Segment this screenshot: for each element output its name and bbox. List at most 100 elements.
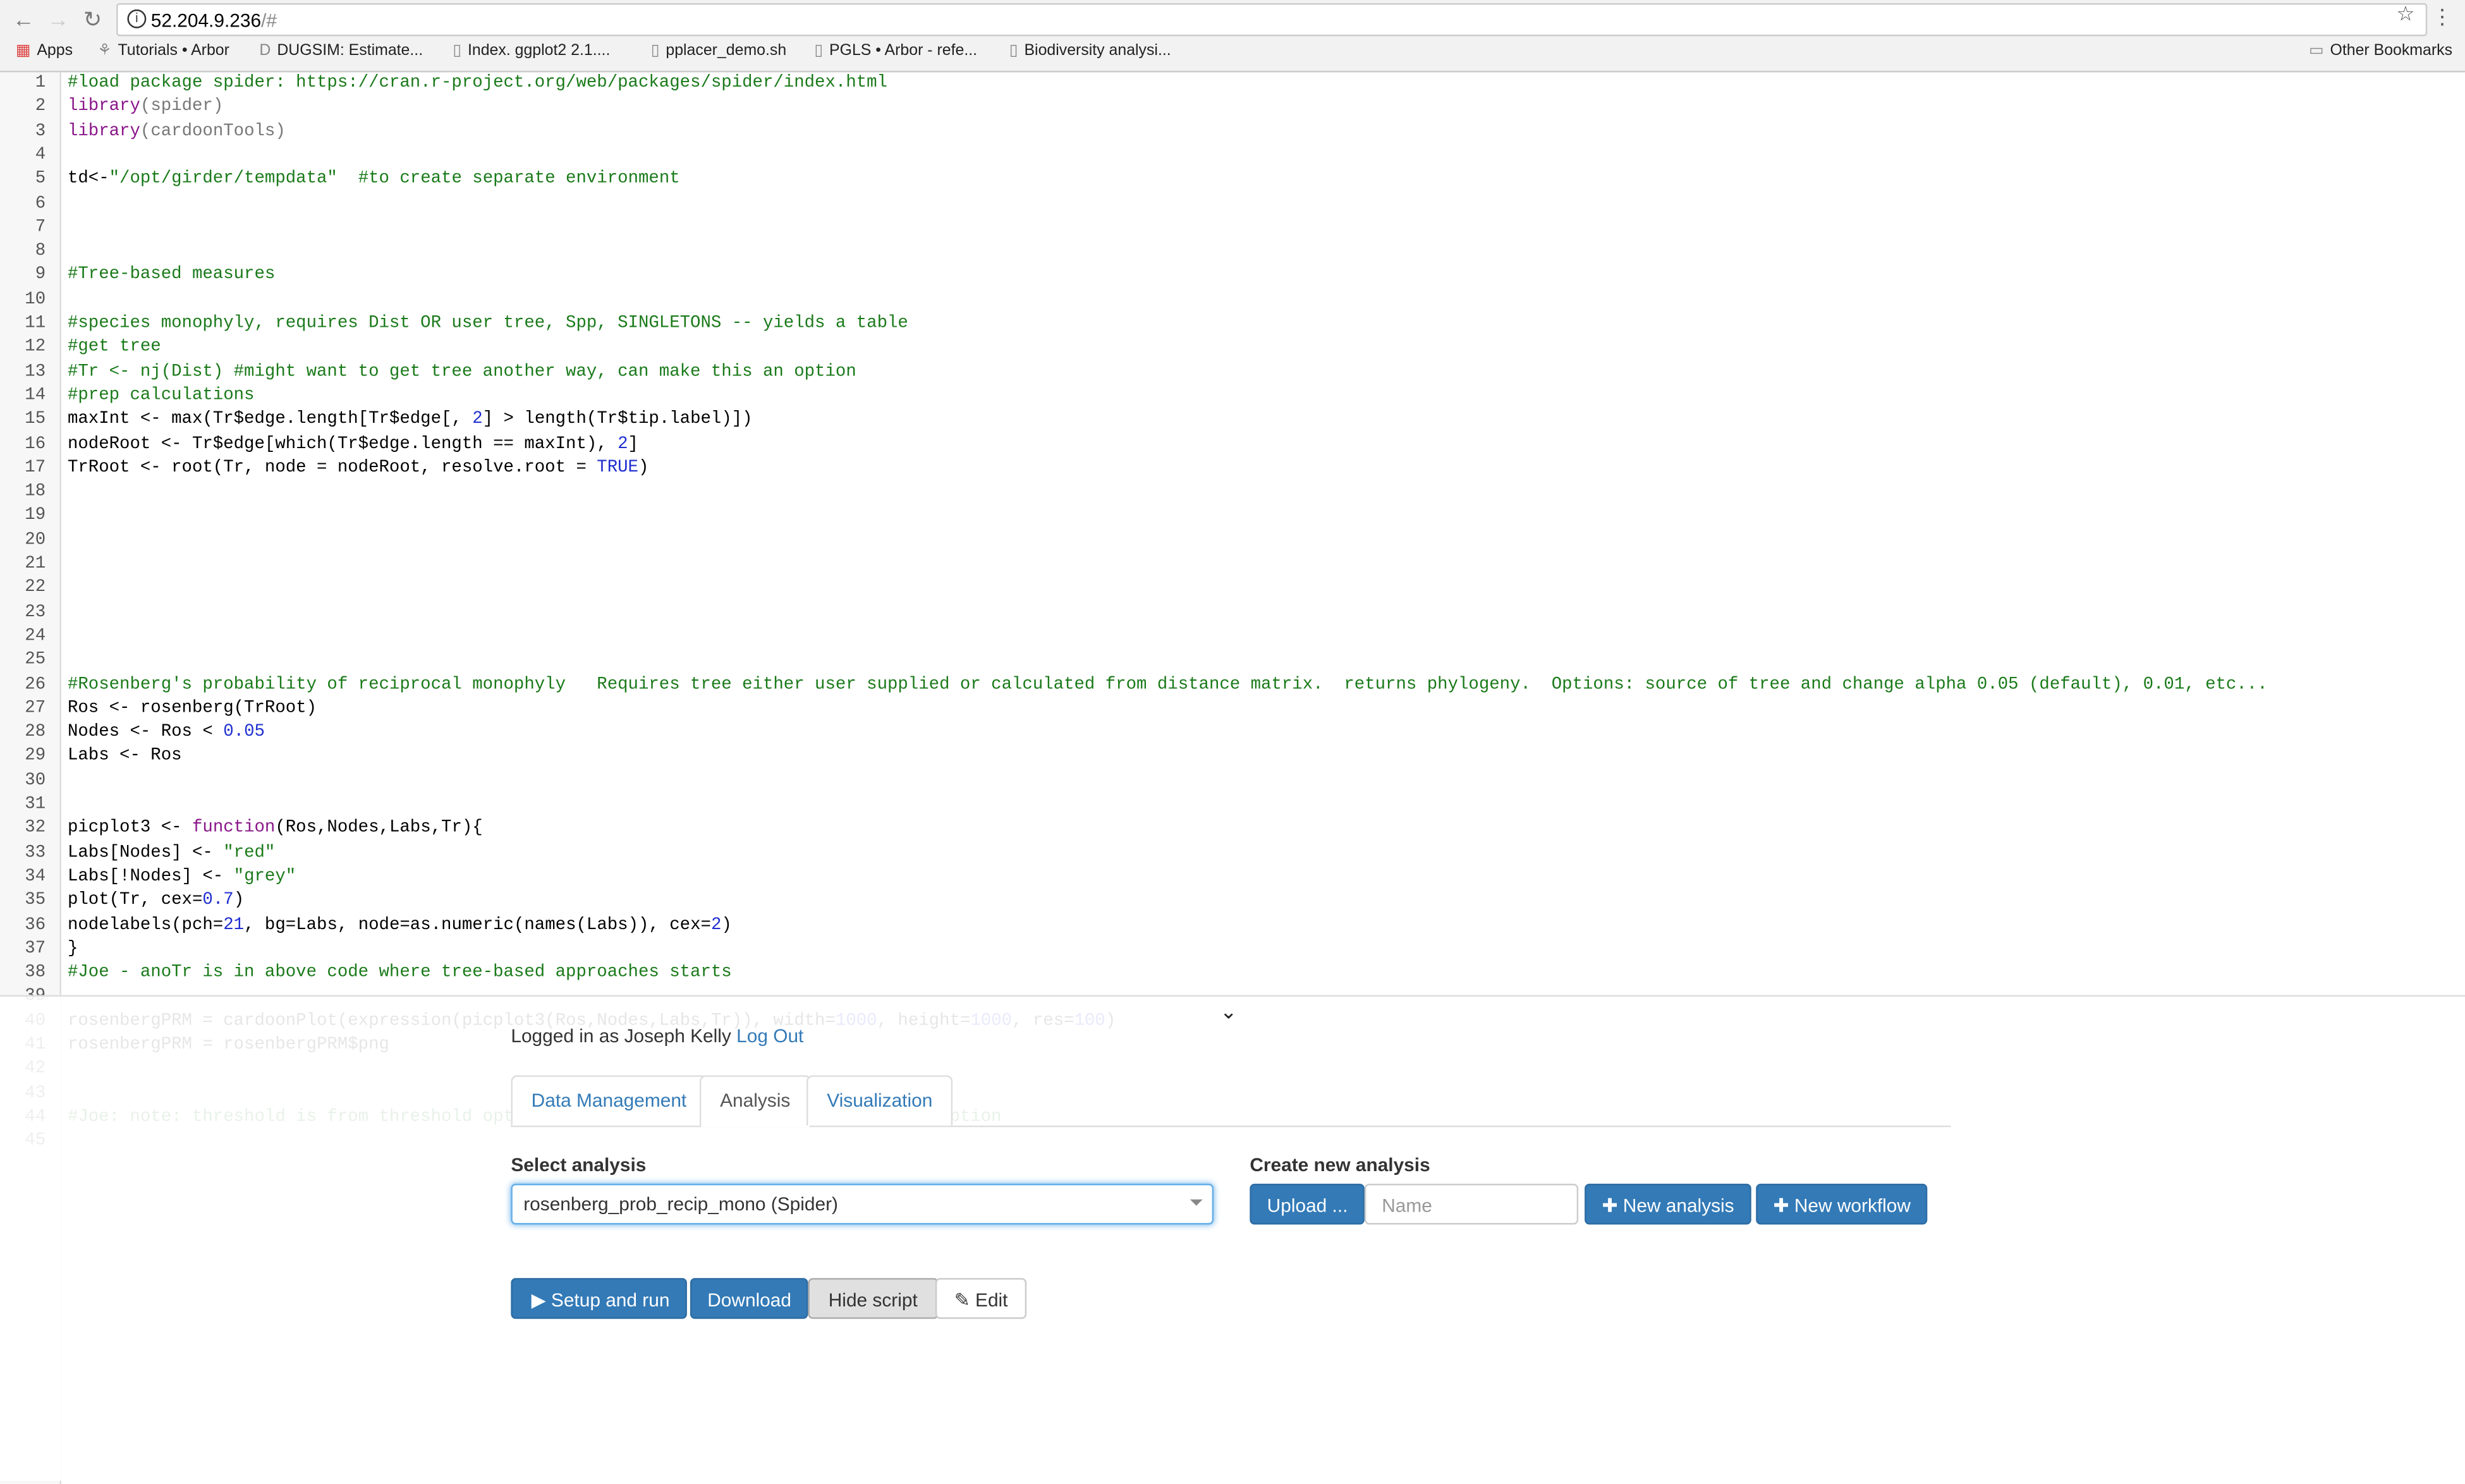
code-token: "grey" [233,867,296,887]
logout-link[interactable]: Log Out [736,1025,803,1047]
code-token: 2 [472,410,483,430]
other-bookmarks[interactable]: ▭ Other Bookmarks [2309,42,2452,59]
upload-button[interactable]: Upload ... [1250,1183,1365,1225]
setup-and-run-button[interactable]: ▶ Setup and run [511,1278,687,1319]
dropdown-caret-icon [1190,1199,1203,1212]
line-number: 11 [25,314,46,334]
code-token: library [67,97,140,117]
bookmark-item[interactable]: D DUGSIM: Estimate... [259,42,423,59]
bookmark-item[interactable]: ▯ pplacer_demo.sh [651,42,786,59]
address-bar[interactable]: i 52.204.9.236/# [116,3,2428,37]
download-button[interactable]: Download [690,1278,809,1319]
folder-icon: ▭ [2309,42,2324,60]
page-icon: ▯ [453,42,462,60]
bookmark-item[interactable]: ▦ Apps [16,42,73,59]
new-analysis-button[interactable]: ✚ New analysis [1585,1183,1751,1225]
line-number: 37 [25,939,46,959]
code-token: TRUE [597,458,638,478]
code-token: #load package spider: https://cran.r-pro… [67,73,888,93]
plus-icon: ✚ [1602,1195,1623,1217]
line-number: 25 [25,651,46,671]
line-number: 7 [35,218,46,238]
code-token: maxInt <- max(Tr$edge.length[Tr$edge[, [67,410,473,430]
line-number: 35 [25,891,46,911]
menu-icon[interactable]: ⋮ [2432,4,2452,30]
line-number: 9 [35,266,46,286]
code-token: "red" [223,843,276,863]
analysis-panel: ⌄ Logged in as Joseph Kelly Log Out Data… [0,995,2465,1481]
create-analysis-label: Create new analysis [1250,1153,1430,1176]
hide-script-button[interactable]: Hide script [808,1278,939,1319]
line-number: 33 [25,843,46,863]
code-token: #prep calculations [67,386,255,406]
bookmark-item[interactable]: ⚘ Tutorials • Arbor [97,42,229,59]
tab-analysis[interactable]: Analysis [699,1075,811,1128]
collapse-chevron-icon[interactable]: ⌄ [1220,1000,1237,1025]
code-token: ) [638,458,649,478]
line-number: 18 [25,482,46,502]
name-input[interactable]: Name [1364,1183,1579,1225]
line-number: 20 [25,530,46,550]
login-status: Logged in as Joseph Kelly Log Out [511,1025,804,1047]
page-icon: ▯ [650,42,660,60]
code-token: 21 [223,915,245,935]
code-token: (cardoonTools) [140,121,286,141]
new-workflow-button[interactable]: ✚ New workflow [1756,1183,1928,1225]
page-icon: ▯ [1009,42,1018,60]
line-number: 8 [35,242,46,262]
line-number: 12 [25,338,46,358]
line-number: 15 [25,410,46,430]
code-token: #species monophyly, requires Dist OR use… [67,314,908,334]
code-token: Labs <- Ros [67,747,182,767]
code-token: function [192,819,276,839]
code-token: "/opt/girder/tempdata" [109,170,338,189]
reload-icon[interactable]: ↻ [83,6,102,33]
forward-icon[interactable]: → [47,6,70,32]
code-token: #Tree-based measures [67,266,276,286]
bookmark-item[interactable]: ▯ Index. ggplot2 2.1.... [453,42,610,59]
info-icon[interactable]: i [127,9,147,28]
code-token: #get tree [67,338,161,358]
browser-chrome: ← → ↻ i 52.204.9.236/# ☆ ⋮ ▦ Apps ⚘ Tutoria… [0,0,2465,73]
code-token: picplot3 <- [67,819,192,839]
line-number: 2 [35,97,46,117]
bookmark-item[interactable]: ▯ PGLS • Arbor - refe... [814,42,977,59]
apps-grid-icon: ▦ [15,42,31,60]
line-number: 5 [35,170,46,189]
line-number: 34 [25,867,46,887]
line-number: 3 [35,121,46,141]
line-number: 19 [25,506,46,526]
star-icon[interactable]: ☆ [2396,1,2414,27]
code-token: ] [628,434,638,454]
line-number: 1 [35,73,46,93]
line-number: 17 [25,458,46,478]
code-token: ) [233,891,245,911]
edit-button[interactable]: ✎ Edit [935,1278,1027,1319]
plus-icon: ✚ [1773,1195,1794,1217]
line-number: 26 [25,675,46,695]
code-token: nodeRoot <- Tr$edge[which(Tr$edge.length… [67,434,618,454]
line-number: 36 [25,915,46,935]
tab-data-management[interactable]: Data Management [511,1075,707,1126]
code-token: } [67,939,78,959]
code-token: #to create separate environment [358,170,680,189]
select-analysis-label: Select analysis [511,1153,647,1176]
code-token: 2 [710,915,722,935]
line-number: 10 [25,290,46,310]
back-icon[interactable]: ← [13,6,35,32]
code-token: , bg=Labs, node=as.numeric(names(Labs)),… [244,915,711,935]
code-token: ] > length(Tr$tip.label)]) [482,410,753,430]
line-number: 6 [35,194,46,214]
tab-visualization[interactable]: Visualization [806,1075,953,1126]
code-token: 0.05 [223,723,265,743]
code-token: Labs[Nodes] <- [67,843,224,863]
bookmark-item[interactable]: ▯ Biodiversity analysi... [1009,42,1171,59]
line-number: 30 [25,771,46,791]
line-number: 32 [25,819,46,839]
arbor-icon: ⚘ [97,42,112,60]
code-token: #Joe - anoTr is in above code where tree… [67,963,732,983]
analysis-select[interactable]: rosenberg_prob_recip_mono (Spider) [511,1183,1214,1225]
line-number: 29 [25,747,46,767]
code-token: Labs[!Nodes] <- [67,867,234,887]
